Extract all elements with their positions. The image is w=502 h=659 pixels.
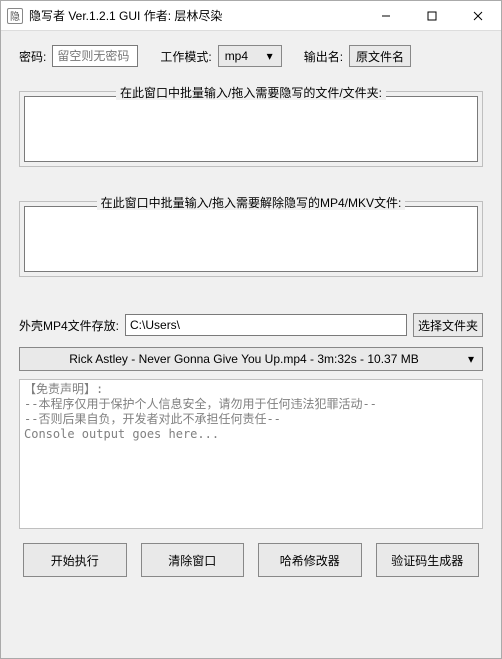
start-button[interactable]: 开始执行 bbox=[23, 543, 127, 577]
console-output: 【免责声明】: --本程序仅用于保护个人信息安全，请勿用于任何违法犯罪活动-- … bbox=[19, 379, 483, 529]
hash-modifier-button[interactable]: 哈希修改器 bbox=[258, 543, 362, 577]
maximize-icon bbox=[427, 11, 437, 21]
captcha-generator-button[interactable]: 验证码生成器 bbox=[376, 543, 480, 577]
shell-path-input[interactable] bbox=[125, 314, 407, 336]
shell-path-row: 外壳MP4文件存放: 选择文件夹 bbox=[19, 313, 483, 337]
reveal-input-group: 在此窗口中批量输入/拖入需要解除隐写的MP4/MKV文件: bbox=[19, 201, 483, 277]
app-window: 隐 隐写者 Ver.1.2.1 GUI 作者: 层林尽染 密码: 工作模式: m… bbox=[0, 0, 502, 659]
minimize-icon bbox=[381, 11, 391, 21]
shell-file-row: Rick Astley - Never Gonna Give You Up.mp… bbox=[19, 347, 483, 371]
titlebar: 隐 隐写者 Ver.1.2.1 GUI 作者: 层林尽染 bbox=[1, 1, 501, 31]
chevron-down-icon: ▾ bbox=[265, 49, 275, 63]
clear-button[interactable]: 清除窗口 bbox=[141, 543, 245, 577]
hide-files-listbox[interactable] bbox=[24, 96, 478, 162]
shell-file-value: Rick Astley - Never Gonna Give You Up.mp… bbox=[28, 352, 460, 366]
chevron-down-icon: ▾ bbox=[460, 352, 474, 366]
close-icon bbox=[473, 11, 483, 21]
minimize-button[interactable] bbox=[363, 1, 409, 30]
reveal-files-listbox[interactable] bbox=[24, 206, 478, 272]
window-controls bbox=[363, 1, 501, 30]
password-label: 密码: bbox=[19, 48, 46, 65]
bottom-buttons: 开始执行 清除窗口 哈希修改器 验证码生成器 bbox=[19, 543, 483, 577]
maximize-button[interactable] bbox=[409, 1, 455, 30]
app-icon: 隐 bbox=[7, 8, 23, 24]
shell-file-select[interactable]: Rick Astley - Never Gonna Give You Up.mp… bbox=[19, 347, 483, 371]
outname-label: 输出名: bbox=[304, 48, 343, 65]
password-input[interactable] bbox=[52, 45, 138, 67]
outname-select[interactable]: 原文件名 bbox=[349, 45, 411, 67]
window-title: 隐写者 Ver.1.2.1 GUI 作者: 层林尽染 bbox=[29, 7, 363, 24]
workmode-value: mp4 bbox=[225, 49, 248, 63]
outname-value: 原文件名 bbox=[356, 48, 404, 65]
top-options-row: 密码: 工作模式: mp4 ▾ 输出名: 原文件名 bbox=[19, 45, 483, 67]
hide-input-group: 在此窗口中批量输入/拖入需要隐写的文件/文件夹: bbox=[19, 91, 483, 167]
workmode-label: 工作模式: bbox=[160, 48, 211, 65]
client-area: 密码: 工作模式: mp4 ▾ 输出名: 原文件名 在此窗口中批量输入/拖入需要… bbox=[1, 31, 501, 658]
close-button[interactable] bbox=[455, 1, 501, 30]
reveal-group-label: 在此窗口中批量输入/拖入需要解除隐写的MP4/MKV文件: bbox=[97, 196, 406, 210]
workmode-select[interactable]: mp4 ▾ bbox=[218, 45, 282, 67]
hide-group-label: 在此窗口中批量输入/拖入需要隐写的文件/文件夹: bbox=[116, 86, 386, 100]
browse-folder-button[interactable]: 选择文件夹 bbox=[413, 313, 483, 337]
shell-path-label: 外壳MP4文件存放: bbox=[19, 317, 119, 334]
